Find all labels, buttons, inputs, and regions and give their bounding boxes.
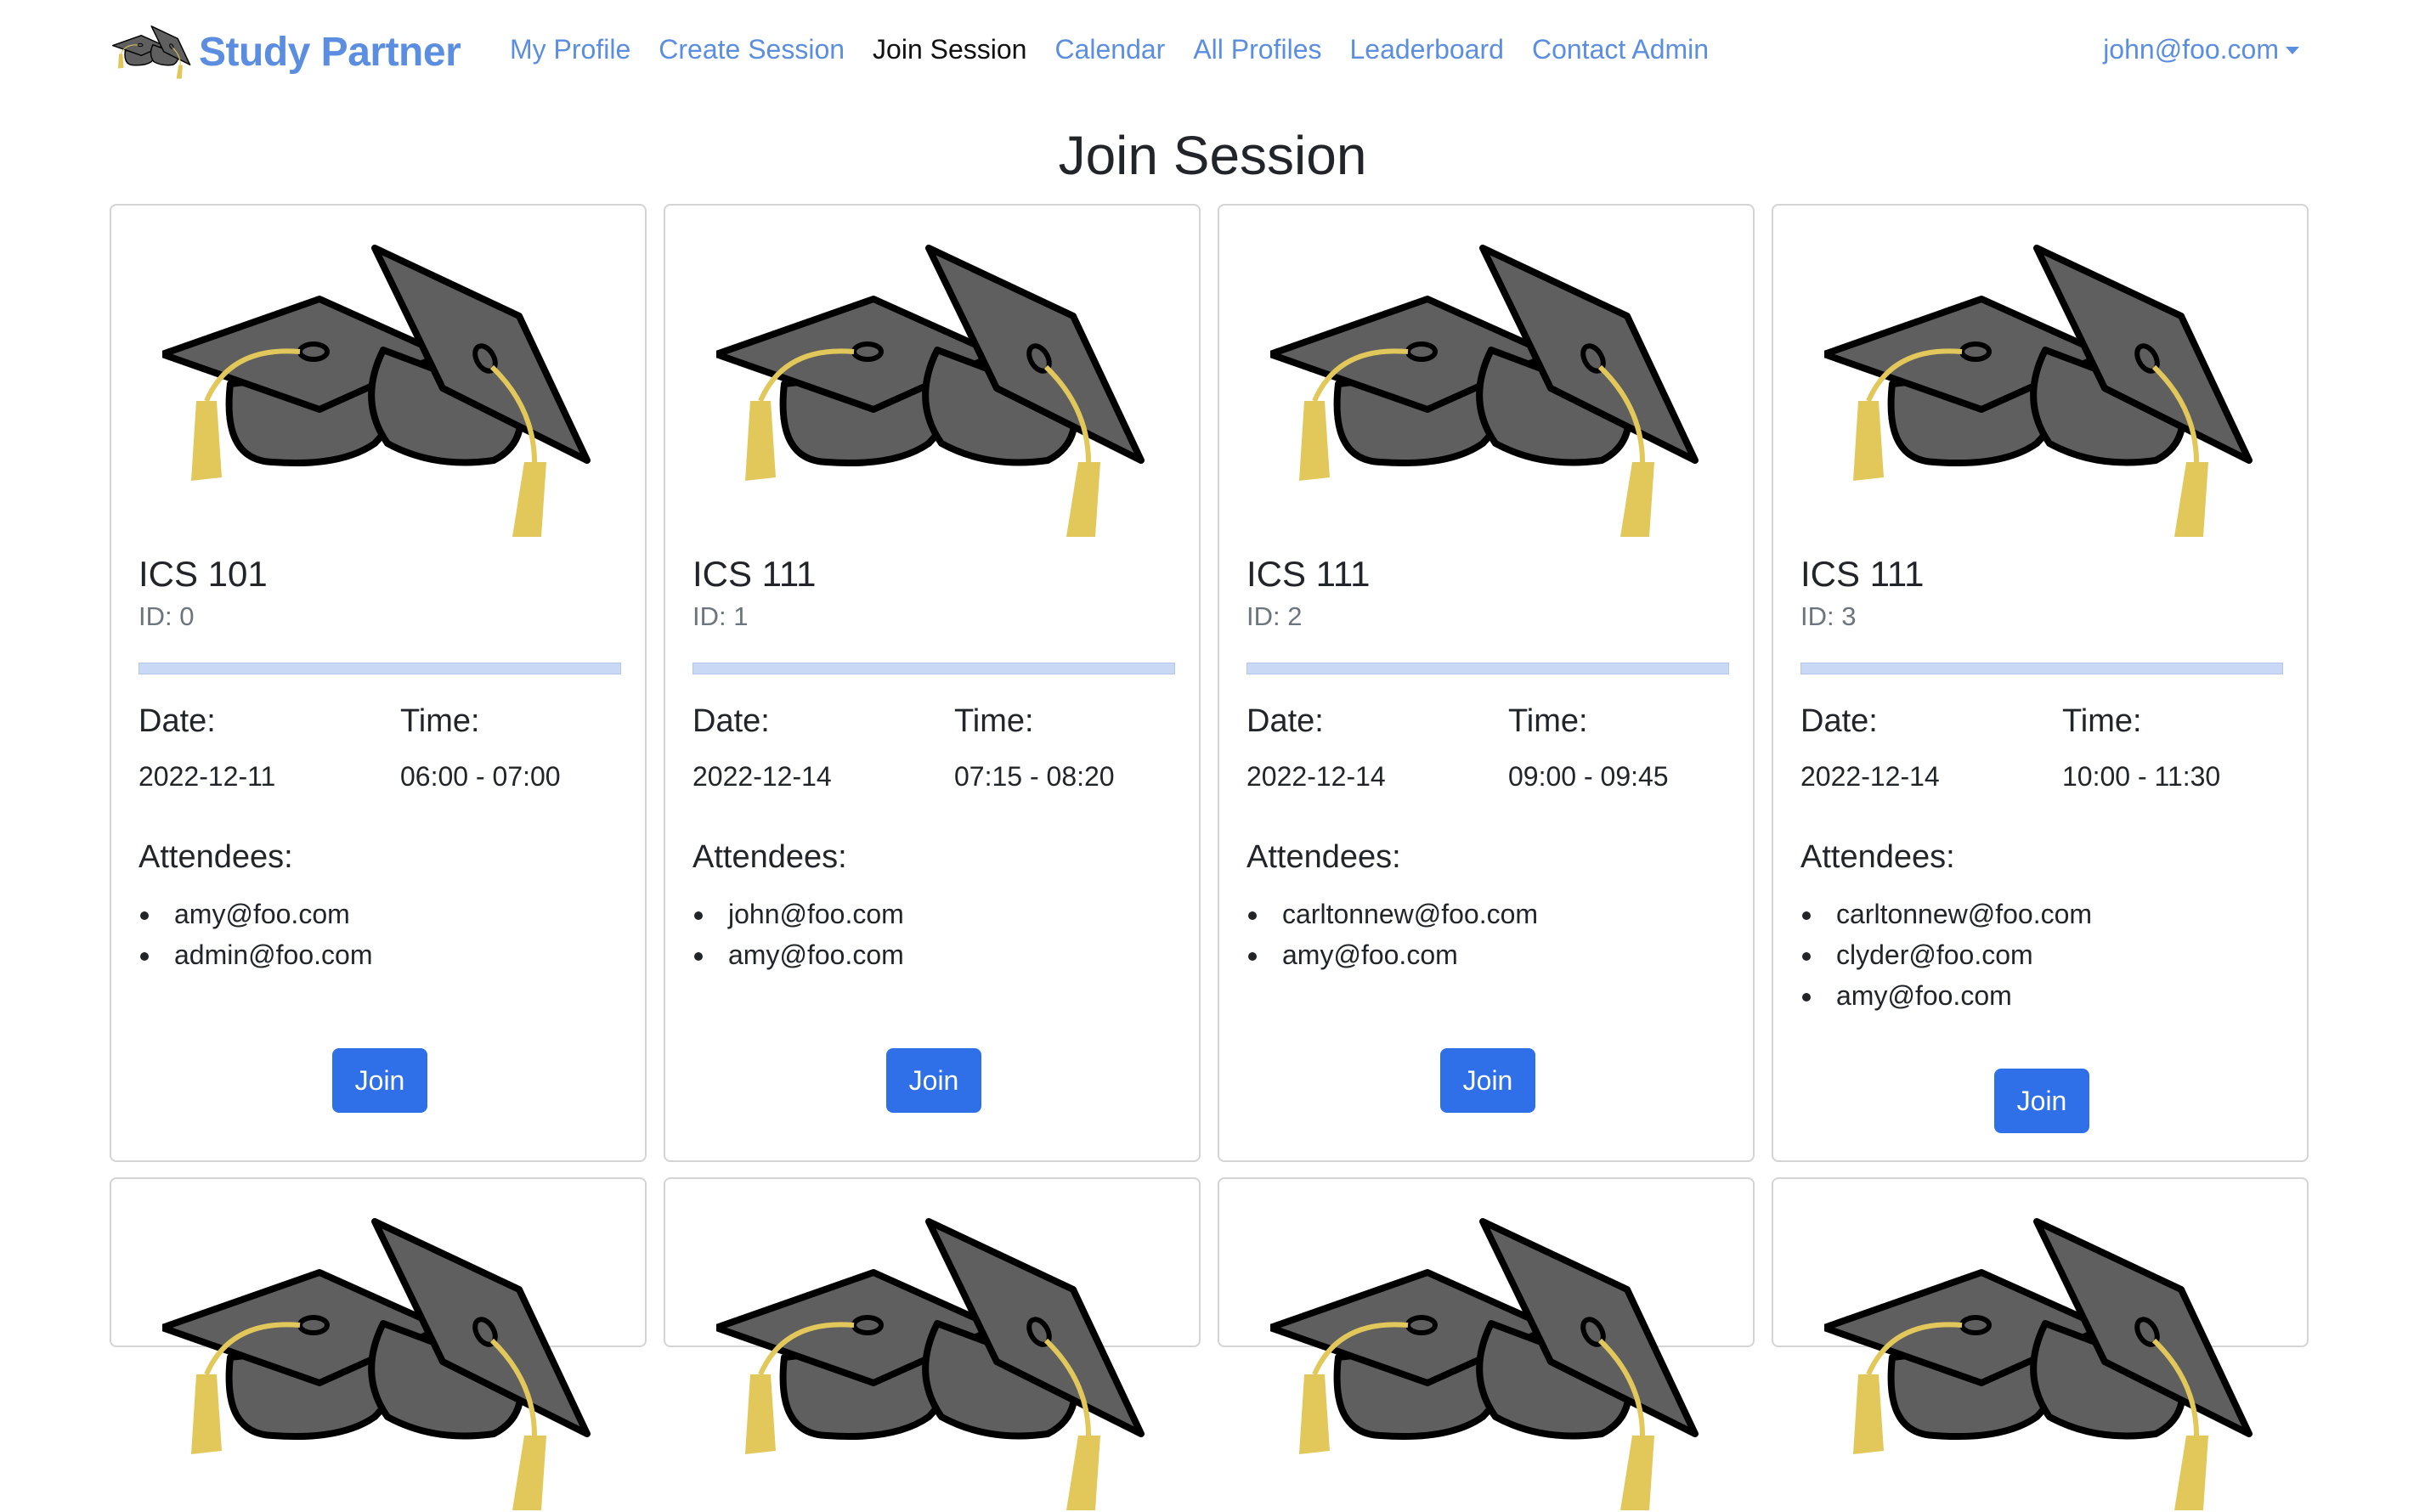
session-card bbox=[1218, 1177, 1755, 1347]
session-id: ID: 0 bbox=[138, 601, 195, 631]
time-label: Time: bbox=[954, 703, 1034, 739]
list-item: john@foo.com bbox=[692, 894, 904, 934]
nav-calendar[interactable]: Calendar bbox=[1054, 34, 1165, 65]
session-id: ID: 1 bbox=[692, 601, 749, 631]
attendee-list: john@foo.com amy@foo.com bbox=[692, 894, 904, 975]
graduation-caps-icon bbox=[1270, 1213, 1712, 1512]
user-email: john@foo.com bbox=[2103, 34, 2279, 65]
join-button[interactable]: Join bbox=[1994, 1069, 2089, 1133]
graduation-caps-icon bbox=[162, 240, 604, 539]
time-label: Time: bbox=[2062, 703, 2142, 739]
session-card: ICS 111 ID: 3 Date: Time: 2022-12-14 10:… bbox=[1772, 204, 2309, 1162]
user-dropdown[interactable]: john@foo.com bbox=[2103, 34, 2299, 65]
graduation-caps-icon bbox=[1824, 1213, 2266, 1512]
nav-create-session[interactable]: Create Session bbox=[659, 34, 845, 65]
session-id: ID: 2 bbox=[1246, 601, 1303, 631]
date-label: Date: bbox=[1246, 703, 1324, 739]
graduation-caps-icon bbox=[716, 1213, 1158, 1512]
divider bbox=[692, 663, 1175, 674]
date-label: Date: bbox=[1800, 703, 1878, 739]
attendees-label: Attendees: bbox=[1800, 839, 1955, 875]
nav-contact-admin[interactable]: Contact Admin bbox=[1532, 34, 1709, 65]
session-date: 2022-12-14 bbox=[692, 761, 832, 792]
divider bbox=[1800, 663, 2283, 674]
nav-join-session[interactable]: Join Session bbox=[873, 34, 1026, 65]
page-title: Join Session bbox=[1058, 125, 1367, 186]
list-item: amy@foo.com bbox=[692, 934, 904, 975]
brand-name: Study Partner bbox=[199, 29, 461, 75]
session-card: ICS 111 ID: 2 Date: Time: 2022-12-14 09:… bbox=[1218, 204, 1755, 1162]
time-label: Time: bbox=[400, 703, 480, 739]
list-item: amy@foo.com bbox=[1246, 934, 1538, 975]
graduation-caps-icon bbox=[162, 1213, 604, 1512]
session-date: 2022-12-14 bbox=[1246, 761, 1386, 792]
caret-down-icon bbox=[2286, 47, 2299, 54]
session-date: 2022-12-11 bbox=[138, 761, 276, 792]
session-time: 07:15 - 08:20 bbox=[954, 761, 1115, 792]
session-card bbox=[664, 1177, 1201, 1347]
attendee-list: amy@foo.com admin@foo.com bbox=[138, 894, 372, 975]
nav-links: My Profile Create Session Join Session C… bbox=[510, 34, 1737, 65]
session-course: ICS 111 bbox=[692, 554, 817, 594]
session-course: ICS 101 bbox=[138, 554, 268, 594]
join-button[interactable]: Join bbox=[1440, 1048, 1535, 1113]
navbar: Study Partner My Profile Create Session … bbox=[0, 0, 2425, 109]
session-date: 2022-12-14 bbox=[1800, 761, 1940, 792]
graduation-caps-icon bbox=[112, 25, 191, 79]
list-item: carltonnew@foo.com bbox=[1800, 894, 2092, 934]
list-item: amy@foo.com bbox=[138, 894, 372, 934]
list-item: clyder@foo.com bbox=[1800, 934, 2092, 975]
list-item: admin@foo.com bbox=[138, 934, 372, 975]
divider bbox=[1246, 663, 1729, 674]
join-button[interactable]: Join bbox=[332, 1048, 427, 1113]
time-label: Time: bbox=[1508, 703, 1588, 739]
brand-link[interactable]: Study Partner bbox=[112, 22, 461, 82]
graduation-caps-icon bbox=[716, 240, 1158, 539]
divider bbox=[138, 663, 621, 674]
join-button[interactable]: Join bbox=[886, 1048, 981, 1113]
attendees-label: Attendees: bbox=[138, 839, 293, 875]
attendee-list: carltonnew@foo.com clyder@foo.com amy@fo… bbox=[1800, 894, 2092, 1016]
attendees-label: Attendees: bbox=[692, 839, 847, 875]
attendees-label: Attendees: bbox=[1246, 839, 1401, 875]
list-item: amy@foo.com bbox=[1800, 975, 2092, 1016]
graduation-caps-icon bbox=[1270, 240, 1712, 539]
nav-my-profile[interactable]: My Profile bbox=[510, 34, 630, 65]
list-item: carltonnew@foo.com bbox=[1246, 894, 1538, 934]
session-course: ICS 111 bbox=[1800, 554, 1925, 594]
session-card bbox=[1772, 1177, 2309, 1347]
session-course: ICS 111 bbox=[1246, 554, 1371, 594]
graduation-caps-icon bbox=[1824, 240, 2266, 539]
nav-all-profiles[interactable]: All Profiles bbox=[1193, 34, 1321, 65]
nav-leaderboard[interactable]: Leaderboard bbox=[1349, 34, 1503, 65]
session-time: 10:00 - 11:30 bbox=[2062, 761, 2221, 792]
session-card: ICS 101 ID: 0 Date: Time: 2022-12-11 06:… bbox=[110, 204, 647, 1162]
attendee-list: carltonnew@foo.com amy@foo.com bbox=[1246, 894, 1538, 975]
session-id: ID: 3 bbox=[1800, 601, 1857, 631]
session-card bbox=[110, 1177, 647, 1347]
session-time: 06:00 - 07:00 bbox=[400, 761, 561, 792]
session-card: ICS 111 ID: 1 Date: Time: 2022-12-14 07:… bbox=[664, 204, 1201, 1162]
session-time: 09:00 - 09:45 bbox=[1508, 761, 1669, 792]
date-label: Date: bbox=[138, 703, 216, 739]
date-label: Date: bbox=[692, 703, 770, 739]
